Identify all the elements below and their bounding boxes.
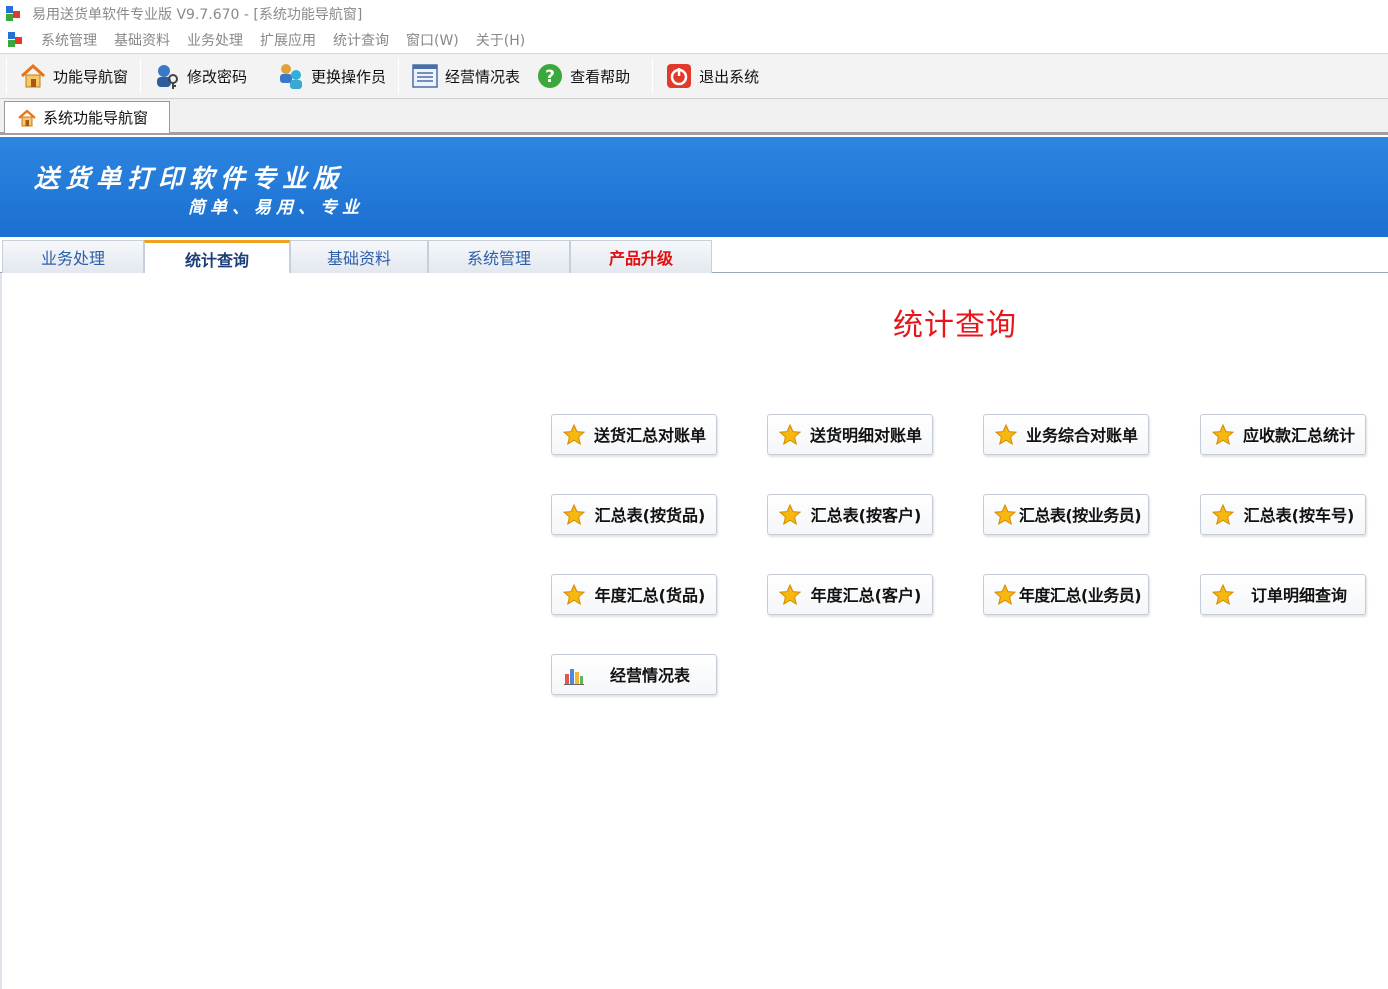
doc-tab-label: 系统功能导航窗: [43, 109, 149, 127]
menu-system-manage[interactable]: 系统管理: [41, 30, 97, 50]
summary-by-goods-button[interactable]: 汇总表(按货品): [551, 494, 717, 535]
annual-summary-salesperson-button[interactable]: 年度汇总(业务员): [983, 574, 1149, 615]
business-report-label: 经营情况表: [445, 67, 521, 86]
function-label: 汇总表(按货品): [594, 506, 706, 525]
tab-product-upgrade[interactable]: 产品升级: [570, 240, 712, 273]
help-label: 查看帮助: [570, 67, 631, 86]
star-icon: [779, 584, 801, 606]
banner-subtitle: 简单、易用、专业: [188, 198, 364, 218]
tab-statistics[interactable]: 统计查询: [144, 240, 290, 274]
order-detail-query-button[interactable]: 订单明细查询: [1200, 574, 1366, 615]
function-label: 年度汇总(货品): [594, 586, 706, 605]
star-icon: [779, 424, 801, 446]
doc-tab-nav-window[interactable]: 系统功能导航窗: [4, 101, 170, 133]
delivery-summary-statement-button[interactable]: 送货汇总对账单: [551, 414, 717, 455]
function-label: 业务综合对账单: [1025, 426, 1138, 445]
star-icon: [994, 504, 1016, 526]
summary-by-customer-button[interactable]: 汇总表(按客户): [767, 494, 933, 535]
key-user-icon: [153, 62, 181, 90]
summary-by-vehicle-button[interactable]: 汇总表(按车号): [1200, 494, 1366, 535]
menu-extensions[interactable]: 扩展应用: [260, 30, 316, 50]
window-title: 易用送货单软件专业版 V9.7.670 - [系统功能导航窗]: [32, 7, 363, 23]
product-banner: 送货单打印软件专业版 简单、易用、专业: [0, 137, 1388, 237]
star-icon: [563, 424, 585, 446]
power-icon: [665, 62, 693, 90]
report-list-icon: [411, 62, 439, 90]
star-icon: [563, 584, 585, 606]
star-icon: [994, 584, 1016, 606]
star-icon: [1212, 424, 1234, 446]
bar-chart-icon: [564, 669, 584, 685]
function-label: 汇总表(按车号): [1243, 506, 1355, 525]
star-icon: [1212, 504, 1234, 526]
function-label: 应收款汇总统计: [1242, 426, 1355, 445]
tab-business[interactable]: 业务处理: [2, 240, 144, 273]
toolbar-divider: [398, 58, 400, 94]
menu-bar: 系统管理 基础资料 业务处理 扩展应用 统计查询 窗口(W) 关于(H): [0, 28, 1388, 52]
module-tab-bar: 业务处理 统计查询 基础资料 系统管理 产品升级: [0, 238, 1388, 274]
nav-window-button[interactable]: 功能导航窗: [11, 56, 136, 96]
exit-label: 退出系统: [699, 67, 760, 86]
svg-text:?: ?: [545, 67, 555, 87]
change-password-label: 修改密码: [187, 67, 248, 86]
exit-button[interactable]: 退出系统: [657, 56, 767, 96]
star-icon: [779, 504, 801, 526]
toolbar-divider: [140, 58, 142, 94]
business-report-button[interactable]: 经营情况表: [403, 56, 528, 96]
menu-window[interactable]: 窗口(W): [406, 30, 459, 50]
function-label: 汇总表(按业务员): [1018, 506, 1142, 525]
home-icon: [19, 62, 47, 90]
business-comprehensive-statement-button[interactable]: 业务综合对账单: [983, 414, 1149, 455]
switch-operator-label: 更换操作员: [311, 67, 387, 86]
help-button[interactable]: ? 查看帮助: [528, 56, 638, 96]
menu-statistics[interactable]: 统计查询: [333, 30, 389, 50]
receivables-summary-button[interactable]: 应收款汇总统计: [1200, 414, 1366, 455]
star-icon: [1212, 584, 1234, 606]
function-label: 年度汇总(业务员): [1018, 586, 1142, 605]
toolbar-divider: [6, 58, 7, 94]
home-icon: [17, 108, 37, 128]
summary-by-salesperson-button[interactable]: 汇总表(按业务员): [983, 494, 1149, 535]
function-label: 年度汇总(客户): [810, 586, 922, 605]
menu-business[interactable]: 业务处理: [187, 30, 243, 50]
function-label: 订单明细查询: [1250, 586, 1347, 605]
users-switch-icon: [277, 62, 305, 90]
banner-title: 送货单打印软件专业版: [34, 164, 345, 193]
app-menu-icon[interactable]: [6, 31, 24, 49]
content-panel: 统计查询 送货汇总对账单 送货明细对账单 业务综合对账单 应收款汇总统计 汇总表…: [0, 273, 1388, 989]
function-label: 经营情况表: [609, 666, 690, 685]
star-icon: [563, 504, 585, 526]
function-label: 汇总表(按客户): [810, 506, 922, 525]
annual-summary-goods-button[interactable]: 年度汇总(货品): [551, 574, 717, 615]
star-icon: [995, 424, 1017, 446]
section-title: 统计查询: [893, 308, 1017, 343]
help-icon: ?: [536, 62, 564, 90]
function-label: 送货汇总对账单: [593, 426, 706, 445]
app-logo-icon: [4, 5, 22, 23]
title-bar: 易用送货单软件专业版 V9.7.670 - [系统功能导航窗]: [0, 0, 1388, 28]
delivery-detail-statement-button[interactable]: 送货明细对账单: [767, 414, 933, 455]
toolbar-divider: [652, 58, 654, 94]
toolbar: 功能导航窗 修改密码 更换操作员 经营情况表 ? 查看帮助 退出系统: [0, 53, 1388, 99]
menu-basic-data[interactable]: 基础资料: [114, 30, 170, 50]
menu-about[interactable]: 关于(H): [476, 30, 525, 50]
tab-basic-data[interactable]: 基础资料: [290, 240, 428, 273]
nav-window-label: 功能导航窗: [53, 67, 129, 86]
business-report-content-button[interactable]: 经营情况表: [551, 654, 717, 695]
tab-system-manage[interactable]: 系统管理: [428, 240, 570, 273]
annual-summary-customer-button[interactable]: 年度汇总(客户): [767, 574, 933, 615]
document-tab-strip: 系统功能导航窗: [0, 99, 1388, 135]
switch-operator-button[interactable]: 更换操作员: [269, 56, 394, 96]
function-label: 送货明细对账单: [809, 426, 922, 445]
change-password-button[interactable]: 修改密码: [145, 56, 269, 96]
